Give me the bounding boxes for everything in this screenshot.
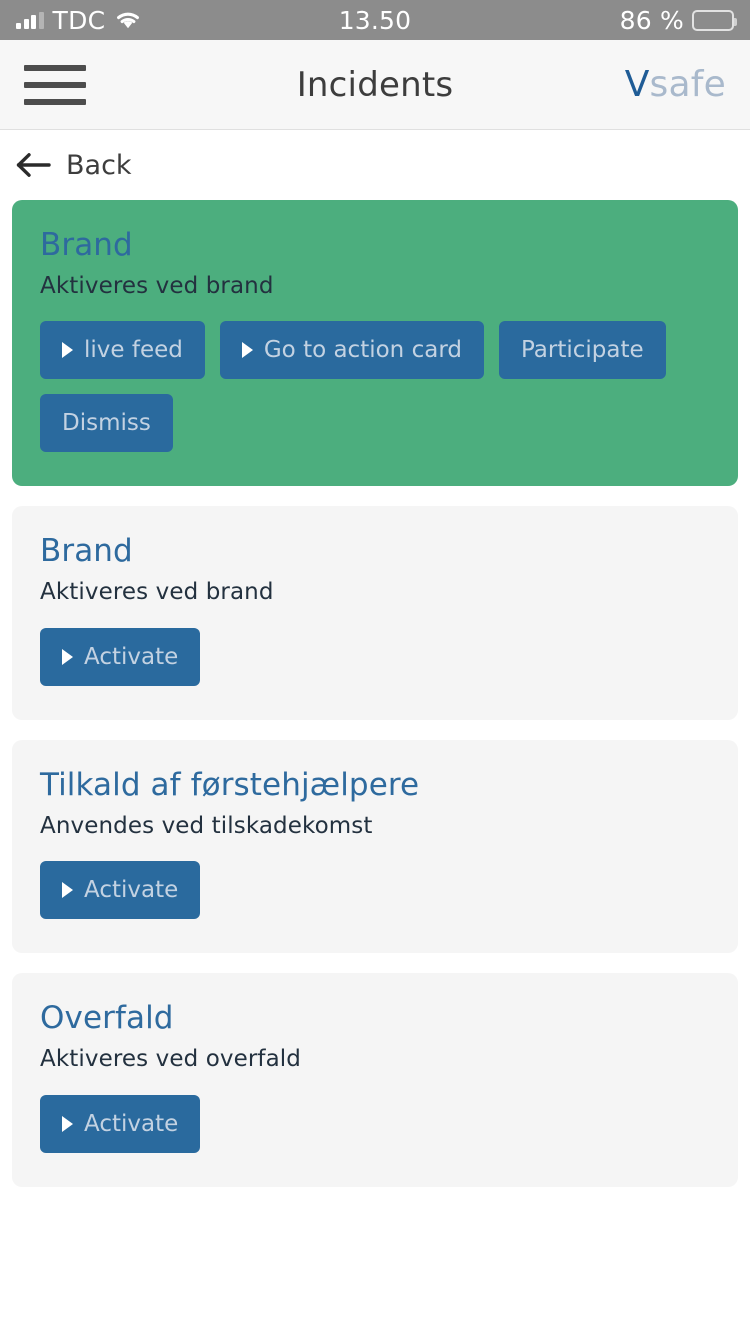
logo-letter-v: V [624, 64, 650, 105]
action-button-activate[interactable]: Activate [40, 861, 201, 920]
incident-action-row: Activate [40, 627, 710, 686]
arrow-left-icon [16, 153, 51, 177]
hamburger-menu-icon[interactable] [24, 64, 86, 105]
incident-subtitle: Anvendes ved tilskadekomst [40, 812, 373, 839]
play-triangle-icon [62, 882, 73, 899]
action-button-activate[interactable]: Activate [40, 627, 201, 686]
action-button-label: Activate [84, 643, 179, 670]
action-button-label: Activate [84, 877, 179, 904]
incident-card: Tilkald af førstehjælpere Anvendes ved ti… [12, 739, 738, 954]
carrier-label: TDC [52, 5, 106, 35]
incident-subtitle: Aktiveres ved brand [40, 273, 274, 300]
battery-percent-label: 86 % [619, 5, 684, 35]
incident-title: Tilkald af førstehjælpere [40, 766, 420, 803]
status-bar-left: TDC [16, 8, 142, 33]
status-bar-right: 86 % [619, 5, 737, 35]
play-triangle-icon [241, 342, 253, 359]
incident-card-list: Brand Aktiveres ved brand live feed Go to a… [0, 200, 750, 1187]
battery-icon [692, 9, 737, 31]
incident-subtitle: Aktiveres ved overfald [40, 1046, 301, 1073]
action-button-label: live feed [84, 337, 183, 364]
play-triangle-icon [62, 648, 73, 665]
action-button-label: Participate [520, 337, 644, 364]
logo-word-safe: safe [649, 64, 726, 105]
action-button-label: Go to action card [263, 337, 462, 364]
action-button-label: Activate [84, 1110, 179, 1137]
app-header: Incidents Vsafe [0, 40, 750, 130]
incident-subtitle: Aktiveres ved brand [40, 579, 274, 606]
play-triangle-icon [62, 1115, 73, 1132]
action-button-label: Dismiss [62, 410, 151, 437]
signal-bars-icon [16, 11, 44, 29]
action-button-participate[interactable]: Participate [498, 321, 666, 380]
action-button-activate[interactable]: Activate [40, 1094, 201, 1153]
action-button-dismiss[interactable]: Dismiss [40, 394, 173, 453]
incident-card: Brand Aktiveres ved brand live feed Go to a… [12, 200, 738, 487]
app-logo: Vsafe [625, 64, 726, 105]
incident-title: Overfald [40, 1000, 174, 1037]
action-button-live-feed[interactable]: live feed [40, 321, 205, 380]
incident-title: Brand [40, 533, 133, 570]
incident-action-row: Activate [40, 861, 710, 920]
incident-title: Brand [40, 227, 133, 263]
action-button-go-to-action-card[interactable]: Go to action card [219, 321, 484, 380]
incident-action-row: live feed Go to action card Participate Dis… [40, 321, 710, 453]
back-button-label: Back [66, 149, 132, 181]
incident-card: Brand Aktiveres ved brand Activate [12, 506, 738, 720]
incident-action-row: Activate [40, 1094, 710, 1153]
wifi-icon [117, 12, 140, 29]
status-bar: TDC 13.50 86 % [0, 0, 750, 40]
incident-card: Overfald Aktiveres ved overfald Activate [12, 973, 738, 1187]
back-button[interactable]: Back [0, 130, 750, 200]
play-triangle-icon [62, 342, 73, 359]
